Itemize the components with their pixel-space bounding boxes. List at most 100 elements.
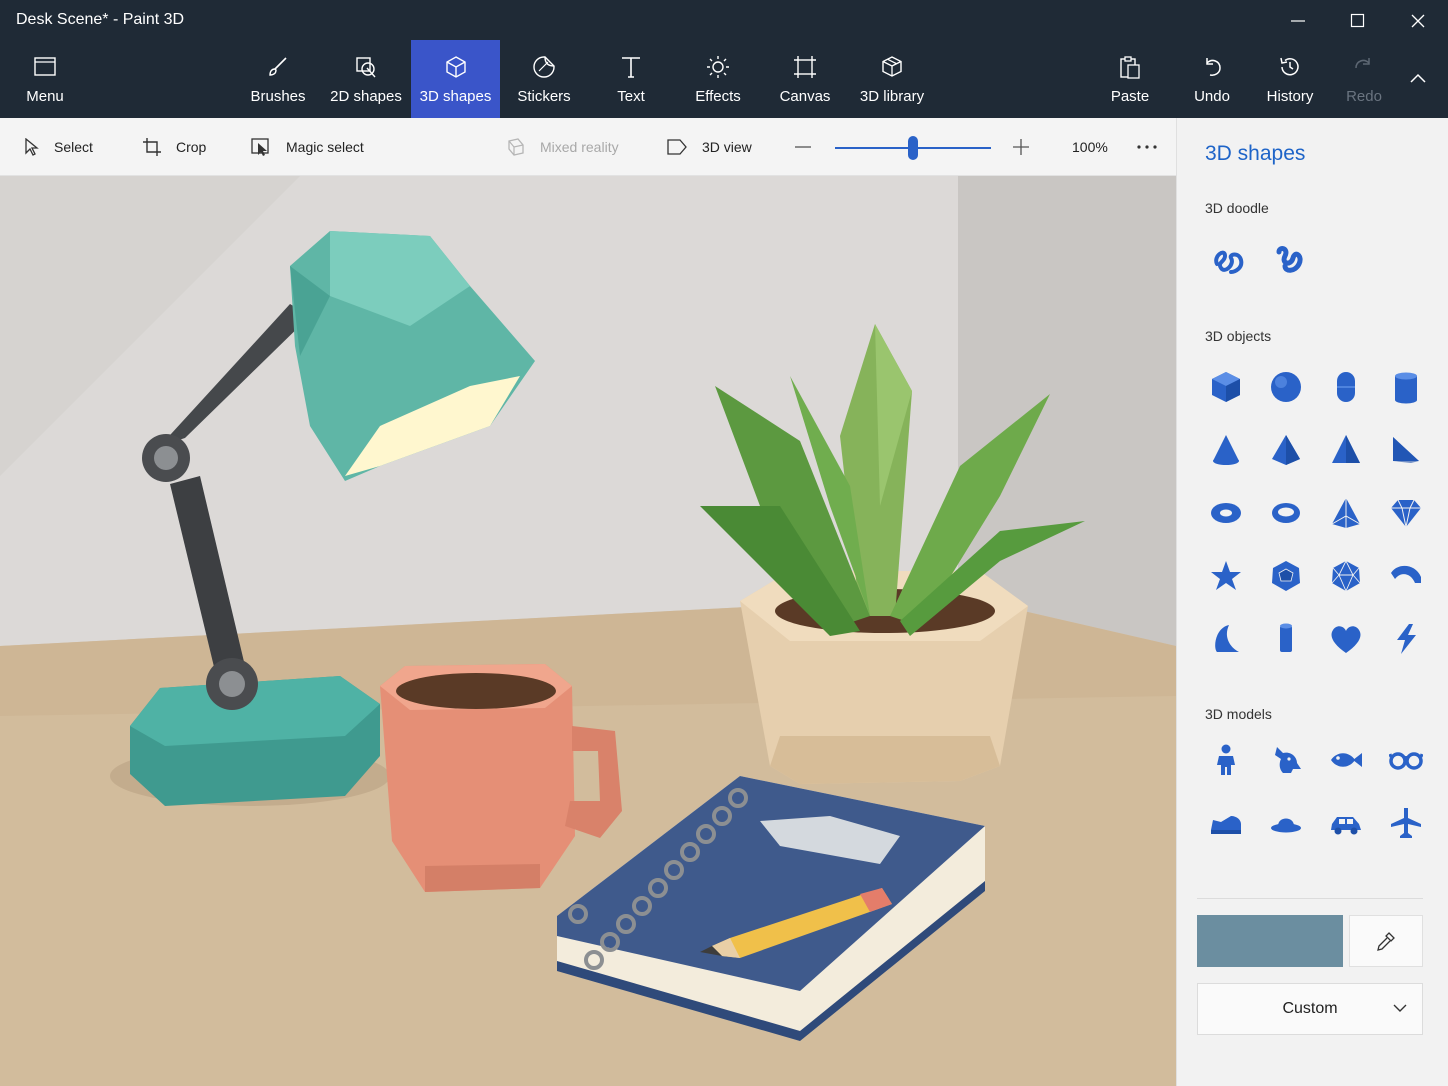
maximize-button[interactable] (1328, 0, 1388, 42)
glasses-icon (1389, 752, 1423, 770)
capsule-button[interactable] (1324, 365, 1368, 409)
3d-view-toggle[interactable]: 3D view (666, 118, 752, 176)
canvas-icon (794, 56, 816, 78)
magic-select-button[interactable]: Magic select (250, 118, 364, 176)
title-and-ribbon-bar: Desk Scene* - Paint 3D Menu Brushes 2D s… (0, 0, 1448, 118)
brush-icon (269, 57, 287, 76)
icosahedron-icon (1331, 559, 1361, 593)
dog-model-button[interactable] (1264, 738, 1308, 782)
airplane-model-button[interactable] (1384, 801, 1428, 845)
text-label: Text (617, 88, 645, 105)
dodecahedron-icon (1272, 561, 1300, 591)
icosahedron-button[interactable] (1324, 554, 1368, 598)
crop-icon (143, 138, 161, 156)
effects-tab[interactable]: Effects (688, 40, 748, 118)
chevron-up-icon (1410, 73, 1426, 83)
3d-doodle-heading: 3D doodle (1205, 200, 1269, 216)
torus-button[interactable] (1204, 491, 1248, 535)
3d-view-icon (667, 139, 687, 155)
undo-button[interactable]: Undo (1186, 40, 1238, 118)
drawing-canvas[interactable] (0, 176, 1176, 1086)
sphere-button[interactable] (1264, 365, 1308, 409)
tetrahedron-button[interactable] (1324, 428, 1368, 472)
glasses-model-button[interactable] (1384, 738, 1428, 782)
2d-shapes-tab[interactable]: 2D shapes (324, 40, 408, 118)
menu-button[interactable]: Menu (14, 40, 76, 118)
zoom-slider-thumb[interactable] (908, 136, 918, 160)
cylinder-button[interactable] (1384, 365, 1428, 409)
lightning-button[interactable] (1384, 617, 1428, 661)
close-icon (1411, 14, 1425, 28)
star-button[interactable] (1204, 554, 1248, 598)
3d-library-tab[interactable]: 3D library (852, 40, 932, 118)
gem-icon (1391, 499, 1421, 528)
minimize-button[interactable] (1268, 0, 1328, 42)
zoom-percentage: 100% (1072, 139, 1108, 155)
crescent-icon (1215, 625, 1239, 652)
3d-models-heading: 3D models (1205, 706, 1272, 722)
3d-shapes-tab[interactable]: 3D shapes (411, 40, 500, 118)
current-color-swatch[interactable] (1197, 915, 1343, 967)
person-model-button[interactable] (1204, 738, 1248, 782)
cone-icon (1213, 435, 1239, 465)
dodecahedron-button[interactable] (1264, 554, 1308, 598)
tube-button[interactable] (1264, 617, 1308, 661)
brushes-tab[interactable]: Brushes (244, 40, 312, 118)
ring-button[interactable] (1264, 491, 1308, 535)
chevron-down-icon (1393, 1004, 1407, 1012)
heart-icon (1331, 626, 1361, 653)
crescent-button[interactable] (1204, 617, 1248, 661)
sharp-edge-doodle-button[interactable] (1207, 238, 1251, 282)
cylinder-icon (1395, 372, 1417, 404)
history-icon (1280, 57, 1299, 76)
3d-cube-icon (445, 56, 466, 78)
zoom-out-button[interactable] (794, 118, 812, 176)
paste-label: Paste (1110, 88, 1150, 105)
fish-model-button[interactable] (1324, 738, 1368, 782)
wedge-button[interactable] (1384, 428, 1428, 472)
eyedropper-icon (1377, 932, 1395, 951)
fish-icon (1331, 753, 1362, 767)
mixed-reality-button[interactable]: Mixed reality (506, 118, 619, 176)
redo-icon (1355, 58, 1370, 69)
gem-button[interactable] (1384, 491, 1428, 535)
pyramid-button[interactable] (1264, 428, 1308, 472)
magic-select-icon (251, 138, 269, 156)
stickers-label: Stickers (517, 88, 571, 105)
dog-icon (1275, 747, 1301, 773)
canvas-tab[interactable]: Canvas (774, 40, 836, 118)
redo-button[interactable]: Redo (1340, 40, 1388, 118)
history-button[interactable]: History (1260, 40, 1320, 118)
soft-edge-doodle-button[interactable] (1267, 238, 1311, 282)
undo-icon (1206, 58, 1221, 76)
more-options-button[interactable] (1136, 118, 1158, 176)
arch-button[interactable] (1384, 554, 1428, 598)
menu-icon (34, 57, 56, 76)
select-tool-button[interactable]: Select (24, 118, 93, 176)
shoe-model-button[interactable] (1204, 801, 1248, 845)
torus-icon (1211, 503, 1241, 523)
select-label: Select (54, 139, 93, 155)
cube-button[interactable] (1204, 365, 1248, 409)
plus-icon (1013, 139, 1029, 155)
paste-button[interactable]: Paste (1104, 40, 1156, 118)
text-tab[interactable]: Text (604, 40, 658, 118)
2d-shapes-label: 2D shapes (330, 88, 402, 105)
stickers-tab[interactable]: Stickers (510, 40, 578, 118)
zoom-in-button[interactable] (1012, 118, 1030, 176)
color-preset-dropdown[interactable]: Custom (1197, 983, 1423, 1035)
hat-model-button[interactable] (1264, 801, 1308, 845)
car-model-button[interactable] (1324, 801, 1368, 845)
collapse-ribbon-button[interactable] (1396, 56, 1440, 100)
panel-divider (1197, 898, 1423, 899)
minus-icon (795, 146, 811, 148)
close-button[interactable] (1388, 0, 1448, 42)
crop-tool-button[interactable]: Crop (142, 118, 206, 176)
cone-button[interactable] (1204, 428, 1248, 472)
triangular-prism-button[interactable] (1324, 491, 1368, 535)
tube-icon (1280, 623, 1292, 652)
heart-button[interactable] (1324, 617, 1368, 661)
eyedropper-button[interactable] (1349, 915, 1423, 967)
ellipsis-icon (1137, 145, 1157, 149)
tetrahedron-icon (1332, 435, 1360, 463)
